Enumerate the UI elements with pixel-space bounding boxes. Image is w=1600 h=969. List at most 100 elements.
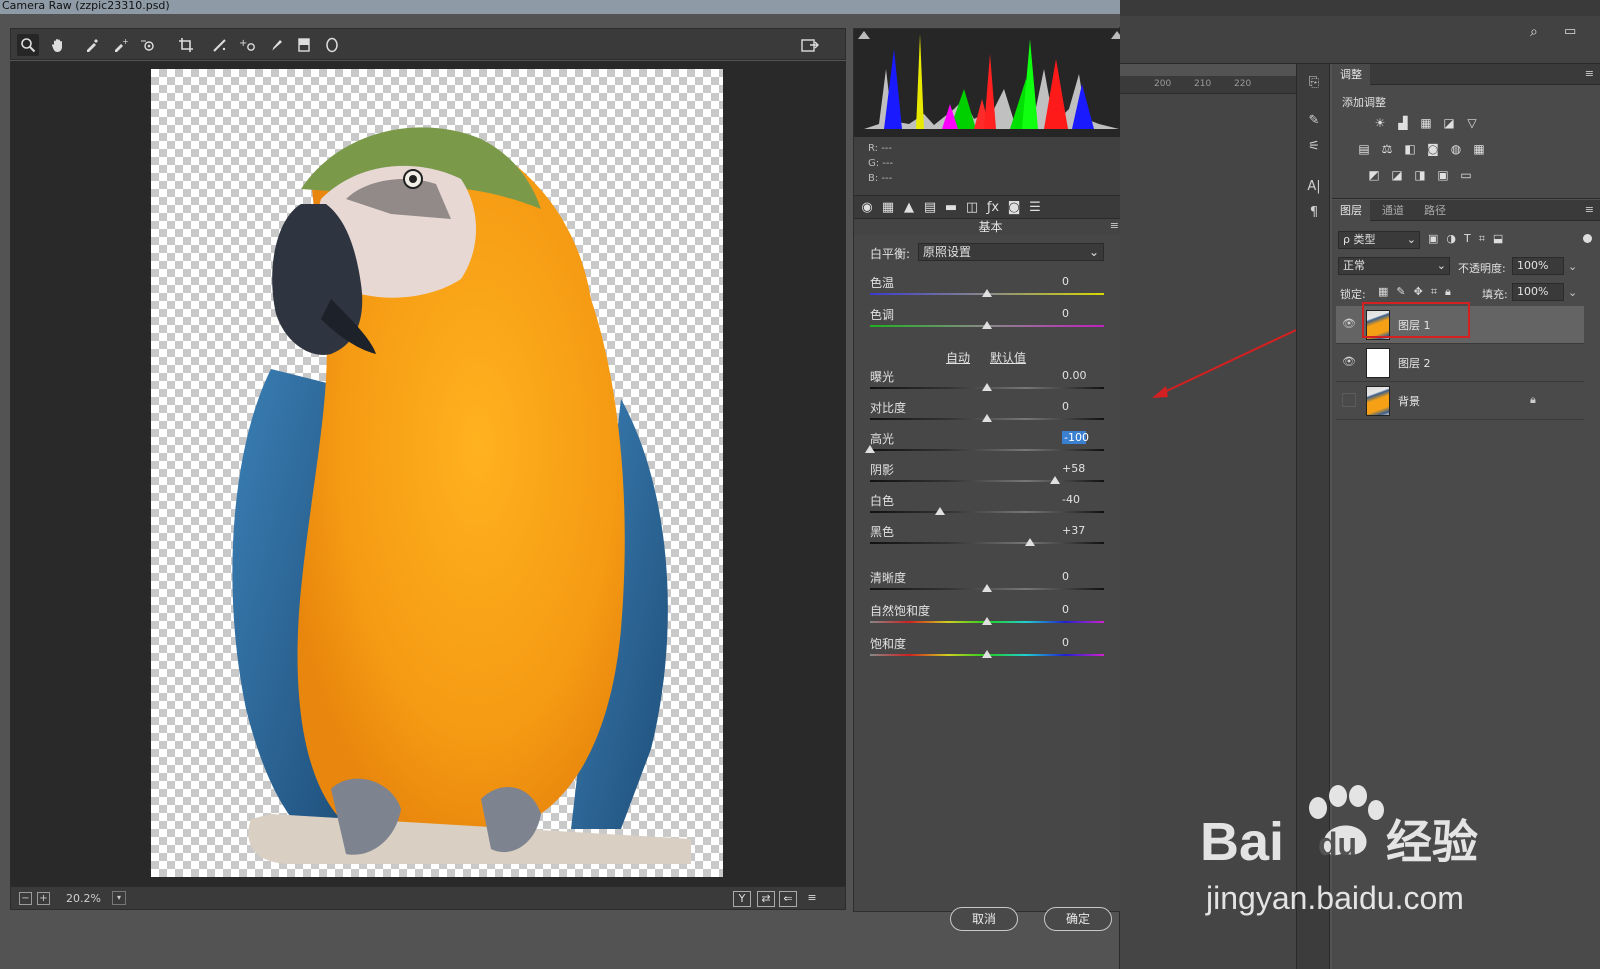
- image-preview[interactable]: [10, 61, 846, 886]
- color-lookup-icon[interactable]: ▦: [1471, 142, 1487, 156]
- invert-icon[interactable]: ◩: [1366, 168, 1382, 182]
- zoom-in-button[interactable]: +: [37, 892, 50, 905]
- slider-thumb[interactable]: [1025, 538, 1036, 546]
- slider-thumb[interactable]: [1049, 476, 1060, 484]
- cancel-button[interactable]: 取消: [950, 907, 1018, 931]
- slider-value[interactable]: -100: [1062, 431, 1089, 444]
- levels-icon[interactable]: ▟: [1395, 116, 1411, 130]
- menu-icon[interactable]: ≡: [1110, 219, 1119, 232]
- adjustments-icon[interactable]: ⚟: [1305, 138, 1323, 156]
- presets-tab-icon[interactable]: ☰: [1026, 199, 1044, 217]
- paragraph-icon[interactable]: ¶: [1305, 204, 1323, 222]
- visibility-eye-icon[interactable]: [1342, 393, 1356, 407]
- vibrance-icon[interactable]: ▽: [1464, 116, 1480, 130]
- layer-name[interactable]: 图层 2: [1398, 355, 1431, 371]
- fill-input[interactable]: 100%: [1512, 283, 1564, 301]
- zoom-level[interactable]: 20.2% ▾: [66, 891, 136, 906]
- slider-track[interactable]: [870, 542, 1104, 544]
- filter-toggle-icon[interactable]: [1583, 234, 1592, 243]
- brightness-icon[interactable]: ☀: [1372, 116, 1388, 130]
- slider-value[interactable]: 0: [1062, 400, 1102, 413]
- panel-menu-icon[interactable]: ≡: [1585, 67, 1594, 80]
- layer-row[interactable]: 背景 🔒︎: [1336, 382, 1584, 420]
- transparent-canvas[interactable]: [151, 69, 723, 877]
- graduated-filter-icon[interactable]: [293, 34, 315, 56]
- slider-track[interactable]: [870, 449, 1104, 451]
- crop-icon[interactable]: [175, 34, 197, 56]
- tone-curve-tab-icon[interactable]: ▦: [879, 199, 897, 217]
- slider-thumb[interactable]: [982, 617, 992, 625]
- curves-icon[interactable]: ▦: [1418, 116, 1434, 130]
- color-balance-icon[interactable]: ⚖: [1379, 142, 1395, 156]
- spot-removal-icon[interactable]: +: [237, 34, 259, 56]
- workspace-icon[interactable]: ▭: [1564, 24, 1576, 39]
- hsl-tab-icon[interactable]: ▤: [921, 199, 939, 217]
- slider-value[interactable]: 0: [1062, 570, 1102, 583]
- adjustment-brush-icon[interactable]: [265, 34, 287, 56]
- gradient-map-icon[interactable]: ▭: [1458, 168, 1474, 182]
- auto-link[interactable]: 自动: [946, 349, 970, 366]
- slider-thumb[interactable]: [982, 650, 992, 658]
- preferences-button[interactable]: ≡: [803, 891, 821, 907]
- basic-tab-icon[interactable]: ◉: [858, 199, 876, 217]
- layer-row[interactable]: 👁︎ 图层 2: [1336, 344, 1584, 382]
- hand-icon[interactable]: [47, 34, 69, 56]
- visibility-eye-icon[interactable]: 👁︎: [1342, 355, 1356, 369]
- tab-adjustments[interactable]: 调整: [1332, 64, 1370, 85]
- slider-value[interactable]: 0: [1062, 275, 1102, 288]
- black-white-icon[interactable]: ◧: [1402, 142, 1418, 156]
- exposure-icon[interactable]: ◪: [1441, 116, 1457, 130]
- layer-filter-select[interactable]: ρ 类型 ⌄: [1338, 231, 1420, 249]
- zoom-out-button[interactable]: −: [19, 892, 32, 905]
- selective-color-icon[interactable]: ▣: [1435, 168, 1451, 182]
- copy-settings-button[interactable]: ⇐: [779, 891, 797, 907]
- y-toggle-button[interactable]: Y: [733, 891, 751, 907]
- chevron-down-icon[interactable]: ▾: [112, 891, 126, 905]
- tab-layers[interactable]: 图层: [1332, 200, 1370, 221]
- color-sampler-icon[interactable]: +: [109, 34, 131, 56]
- panel-menu-icon[interactable]: ≡: [1585, 203, 1594, 216]
- shadow-clip-icon[interactable]: [858, 31, 870, 39]
- straighten-icon[interactable]: [209, 34, 231, 56]
- export-icon[interactable]: [799, 34, 821, 56]
- slider-value[interactable]: 0: [1062, 603, 1102, 616]
- slider-value[interactable]: 0: [1062, 307, 1102, 320]
- threshold-icon[interactable]: ◨: [1412, 168, 1428, 182]
- detail-tab-icon[interactable]: ▲: [900, 199, 918, 217]
- slider-track[interactable]: [870, 480, 1104, 482]
- opacity-input[interactable]: 100%: [1512, 257, 1564, 275]
- slider-thumb[interactable]: [982, 289, 992, 297]
- lens-tab-icon[interactable]: ◫: [963, 199, 981, 217]
- chevron-down-icon[interactable]: ⌄: [1568, 286, 1577, 299]
- posterize-icon[interactable]: ◪: [1389, 168, 1405, 182]
- targeted-adjustment-icon[interactable]: [137, 34, 159, 56]
- chevron-down-icon[interactable]: ⌄: [1568, 260, 1577, 273]
- white-balance-select[interactable]: 原照设置 ⌄: [918, 243, 1104, 261]
- default-link[interactable]: 默认值: [990, 349, 1026, 366]
- search-icon[interactable]: ⌕: [1530, 24, 1538, 40]
- tab-paths[interactable]: 路径: [1416, 200, 1454, 221]
- tab-channels[interactable]: 通道: [1374, 200, 1412, 221]
- zoom-icon[interactable]: [17, 34, 39, 56]
- history-icon[interactable]: ⎘: [1305, 74, 1323, 92]
- layer-row[interactable]: 👁︎ 图层 1: [1336, 302, 1584, 344]
- brush-settings-icon[interactable]: ✎: [1305, 112, 1323, 130]
- slider-thumb[interactable]: [982, 584, 992, 592]
- swap-button[interactable]: ⇄: [757, 891, 775, 907]
- effects-tab-icon[interactable]: ƒx: [984, 199, 1002, 217]
- slider-value[interactable]: -40: [1062, 493, 1102, 506]
- layer-filter-icons[interactable]: ▣◑T⌗⬓: [1428, 232, 1511, 246]
- slider-thumb[interactable]: [982, 414, 992, 422]
- ok-button[interactable]: 确定: [1044, 907, 1112, 931]
- slider-value[interactable]: 0.00: [1062, 369, 1102, 382]
- slider-value[interactable]: +58: [1062, 462, 1102, 475]
- blend-mode-select[interactable]: 正常 ⌄: [1338, 257, 1450, 275]
- layer-name[interactable]: 背景: [1398, 393, 1420, 409]
- slider-thumb[interactable]: [982, 321, 992, 329]
- visibility-eye-icon[interactable]: 👁︎: [1342, 317, 1356, 331]
- channel-mixer-icon[interactable]: ◍: [1448, 142, 1464, 156]
- slider-thumb[interactable]: [935, 507, 946, 515]
- slider-thumb[interactable]: [865, 445, 875, 453]
- camera-calibration-tab-icon[interactable]: ◙: [1005, 199, 1023, 217]
- character-icon[interactable]: A|: [1305, 178, 1323, 196]
